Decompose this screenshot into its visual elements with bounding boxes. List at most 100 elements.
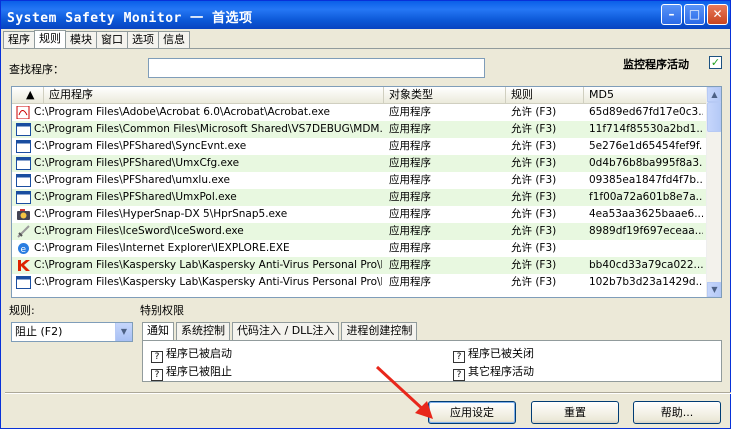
cell-rule: 允许 (F3) — [511, 106, 557, 118]
cell-md5: 4ea53aa3625baae6... — [589, 208, 703, 220]
red-arrow-annotation — [375, 365, 433, 419]
cell-md5: 65d89ed67fd17e0c3... — [589, 106, 703, 118]
tab-system-control[interactable]: 系统控制 — [176, 322, 230, 340]
cell-md5: bb40cd33a79ca022... — [589, 259, 703, 271]
cell-type: 应用程序 — [389, 140, 431, 152]
table-header: ▲ 应用程序 对象类型 规则 MD5 — [12, 87, 708, 104]
cell-path: C:\Program Files\HyperSnap-DX 5\HprSnap5… — [34, 208, 288, 220]
cell-rule: 允许 (F3) — [511, 276, 557, 288]
search-input[interactable] — [148, 58, 485, 78]
cell-type: 应用程序 — [389, 259, 431, 271]
table-row[interactable]: C:\Program Files\PFShared\SyncEvnt.exe 应用… — [12, 138, 708, 155]
cell-type: 应用程序 — [389, 225, 431, 237]
column-header-type[interactable]: 对象类型 — [384, 87, 506, 104]
cell-path: C:\Program Files\PFShared\umxlu.exe — [34, 174, 230, 186]
cell-rule: 允许 (F3) — [511, 225, 557, 237]
cell-type: 应用程序 — [389, 106, 431, 118]
cell-type: 应用程序 — [389, 208, 431, 220]
tab-programs[interactable]: 程序 — [3, 31, 35, 48]
cell-md5: 11f714f85530a2bd1... — [589, 123, 703, 135]
cell-type: 应用程序 — [389, 191, 431, 203]
cell-rule: 允许 (F3) — [511, 191, 557, 203]
table-row[interactable]: C:\Program Files\HyperSnap-DX 5\HprSnap5… — [12, 206, 708, 223]
cell-type: 应用程序 — [389, 242, 431, 254]
maximize-button[interactable]: □ — [684, 4, 705, 25]
search-label: 查找程序： — [9, 63, 64, 76]
table-row[interactable]: C:\Program Files\IceSword\IceSword.exe 应用… — [12, 223, 708, 240]
cell-rule: 允许 (F3) — [511, 259, 557, 271]
scroll-thumb[interactable] — [707, 102, 721, 132]
preferences-window: System Safety Monitor 一 首选项 – □ ✕ 程序 规则 … — [0, 0, 731, 429]
divider — [5, 392, 731, 394]
table-row[interactable]: e C:\Program Files\Internet Explorer\IEXP… — [12, 240, 708, 257]
cell-type: 应用程序 — [389, 157, 431, 169]
rule-label: 规则: — [9, 304, 35, 317]
window-title: System Safety Monitor 一 首选项 — [7, 11, 253, 26]
svg-text:e: e — [21, 245, 27, 255]
permission-tabs: 通知 系统控制 代码注入 / DLL注入 进程创建控制 — [142, 322, 419, 340]
cell-path: C:\Program Files\Kaspersky Lab\Kaspersky… — [34, 276, 382, 288]
tab-options[interactable]: 选项 — [127, 31, 159, 48]
cell-md5: 8989df19f697eceaa... — [589, 225, 703, 237]
cell-md5: 0d4b76b8ba995f8a3... — [589, 157, 703, 169]
question-icon: ? — [453, 369, 465, 381]
cell-rule: 允许 (F3) — [511, 157, 557, 169]
chevron-down-icon[interactable]: ▼ — [115, 323, 132, 341]
notify-item-blocked[interactable]: ? 程序已被阻止 — [151, 363, 232, 381]
help-button[interactable]: 帮助... — [633, 401, 721, 424]
cell-path: C:\Program Files\PFShared\UmxCfg.exe — [34, 157, 240, 169]
table-row[interactable]: C:\Program Files\PFShared\UmxPol.exe 应用程序… — [12, 189, 708, 206]
cell-rule: 允许 (F3) — [511, 174, 557, 186]
cell-md5: 5e276e1d65454fef9f... — [589, 140, 703, 152]
tab-windows[interactable]: 窗口 — [96, 31, 128, 48]
scroll-up-icon[interactable]: ▲ — [707, 87, 721, 102]
rule-select[interactable]: 阻止 (F2) ▼ — [11, 322, 133, 342]
cell-path: C:\Program Files\PFShared\UmxPol.exe — [34, 191, 237, 203]
table-rows: C:\Program Files\Adobe\Acrobat 6.0\Acrob… — [12, 104, 708, 291]
cell-type: 应用程序 — [389, 123, 431, 135]
table-row[interactable]: C:\Program Files\PFShared\umxlu.exe 应用程序 允… — [12, 172, 708, 189]
sort-arrow-icon[interactable]: ▲ — [12, 87, 44, 104]
tab-process-creation[interactable]: 进程创建控制 — [341, 322, 418, 340]
cell-path: C:\Program Files\Common Files\Microsoft … — [34, 123, 382, 135]
title-bar[interactable]: System Safety Monitor 一 首选项 – □ ✕ — [1, 1, 730, 29]
table-row[interactable]: C:\Program Files\PFShared\UmxCfg.exe 应用程序… — [12, 155, 708, 172]
close-button[interactable]: ✕ — [707, 4, 728, 25]
table-row[interactable]: C:\Program Files\Kaspersky Lab\Kaspersky… — [12, 257, 708, 274]
notify-item-closed[interactable]: ? 程序已被关闭 — [453, 345, 534, 363]
tab-rules[interactable]: 规则 — [34, 30, 66, 48]
question-icon: ? — [151, 369, 163, 381]
table-row[interactable]: C:\Program Files\Kaspersky Lab\Kaspersky… — [12, 274, 708, 291]
rule-select-value: 阻止 (F2) — [15, 325, 63, 338]
table-row[interactable]: C:\Program Files\Adobe\Acrobat 6.0\Acrob… — [12, 104, 708, 121]
column-header-md5[interactable]: MD5 — [584, 87, 708, 104]
reset-button[interactable]: 重置 — [531, 401, 619, 424]
cell-type: 应用程序 — [389, 276, 431, 288]
programs-table: ▲ 应用程序 对象类型 规则 MD5 C:\Program Files\Adob… — [11, 86, 722, 298]
cell-md5: 09385ea1847fd4f7b... — [589, 174, 703, 186]
cell-rule: 允许 (F3) — [511, 242, 557, 254]
table-row[interactable]: C:\Program Files\Common Files\Microsoft … — [12, 121, 708, 138]
cell-path: C:\Program Files\Adobe\Acrobat 6.0\Acrob… — [34, 106, 330, 118]
minimize-button[interactable]: – — [661, 4, 682, 25]
cell-rule: 允许 (F3) — [511, 140, 557, 152]
apply-button[interactable]: 应用设定 — [428, 401, 516, 424]
column-header-rule[interactable]: 规则 — [506, 87, 584, 104]
cell-rule: 允许 (F3) — [511, 123, 557, 135]
tab-info[interactable]: 信息 — [158, 31, 190, 48]
table-scrollbar[interactable]: ▲ ▼ — [706, 87, 721, 297]
tab-modules[interactable]: 模块 — [65, 31, 97, 48]
rules-panel: 查找程序： 监控程序活动 ✓ ▲ 应用程序 对象类型 规则 MD5 C:\Pro… — [3, 48, 731, 428]
tab-notify[interactable]: 通知 — [142, 322, 174, 340]
column-header-application[interactable]: 应用程序 — [44, 87, 384, 104]
cell-path: C:\Program Files\Internet Explorer\IEXPL… — [34, 242, 290, 254]
permissions-label: 特别权限 — [140, 304, 184, 317]
cell-path: C:\Program Files\IceSword\IceSword.exe — [34, 225, 244, 237]
notify-item-started[interactable]: ? 程序已被启动 — [151, 345, 232, 363]
scroll-down-icon[interactable]: ▼ — [707, 282, 721, 297]
question-icon: ? — [453, 351, 465, 363]
monitor-checkbox[interactable]: ✓ — [709, 56, 722, 69]
notify-item-other[interactable]: ? 其它程序活动 — [453, 363, 534, 381]
cell-type: 应用程序 — [389, 174, 431, 186]
tab-code-injection[interactable]: 代码注入 / DLL注入 — [232, 322, 340, 340]
